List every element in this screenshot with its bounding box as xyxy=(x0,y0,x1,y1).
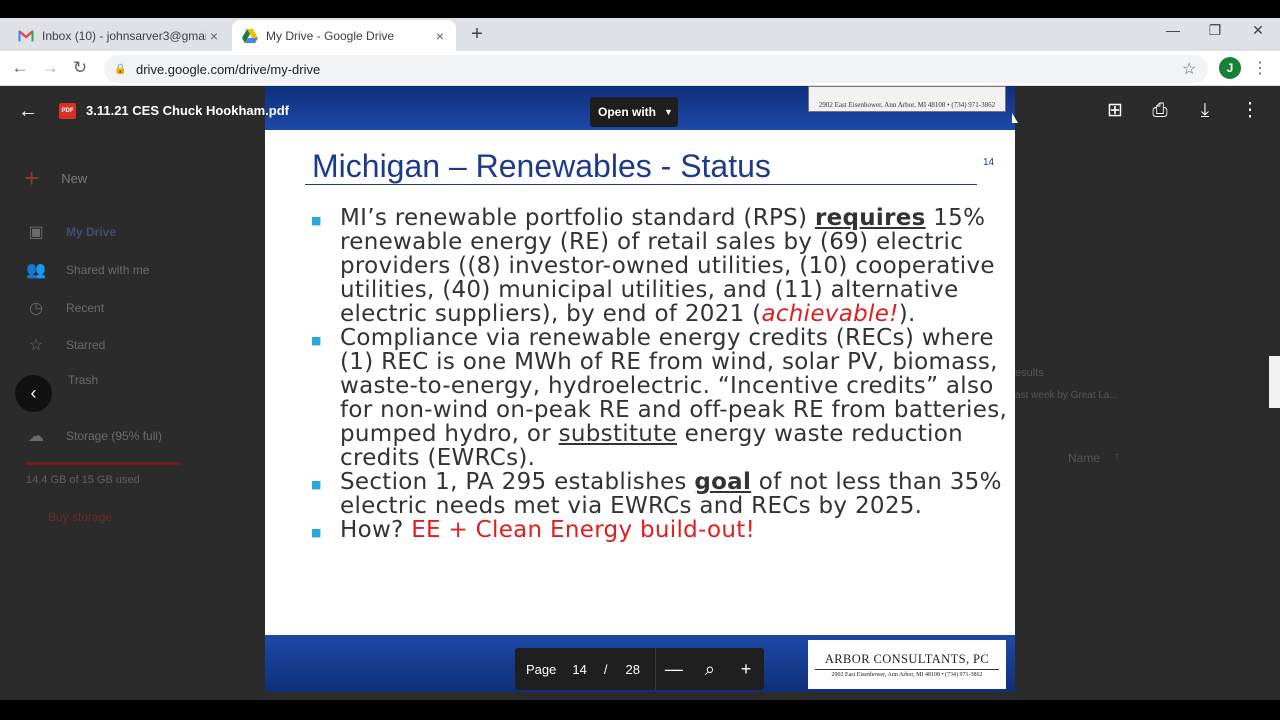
sidebar-item-label: Storage (95% full) xyxy=(66,429,163,443)
bullet-square-icon: ■ xyxy=(311,214,322,227)
sidebar-item-my-drive[interactable]: ▣ My Drive xyxy=(26,222,116,242)
mouse-cursor-icon xyxy=(1012,113,1018,123)
scrollbar[interactable] xyxy=(1269,356,1280,408)
bullet-square-icon: ■ xyxy=(311,334,322,347)
lock-icon: 🔒 xyxy=(114,63,127,75)
browser-menu-icon[interactable]: ⋮ xyxy=(1252,58,1268,78)
tab-gmail[interactable]: Inbox (10) - johnsarver3@gmail.c × xyxy=(8,20,230,51)
logo-rule xyxy=(815,669,999,670)
bullet-text: Compliance via renewable energy credits … xyxy=(340,325,1008,471)
new-label: New xyxy=(61,170,88,186)
forward-icon[interactable]: → xyxy=(38,57,62,81)
star-icon: ☆ xyxy=(28,337,44,354)
logo-address: 2902 East Eisenhower, Ann Arbor, MI 4810… xyxy=(831,672,983,678)
chevron-left-icon[interactable]: ‹ xyxy=(15,375,52,412)
back-icon[interactable]: ← xyxy=(8,57,32,81)
bullet-text: Section 1, PA 295 establishes goal of no… xyxy=(340,469,1002,519)
bullet-item: ■ Compliance via renewable energy credit… xyxy=(311,326,1011,470)
back-arrow-icon[interactable]: ← xyxy=(18,100,38,123)
gmail-icon xyxy=(18,28,34,44)
close-icon[interactable]: × xyxy=(206,28,222,44)
sidebar-item-label: My Drive xyxy=(66,225,117,239)
open-with-button[interactable]: Open with ▼ xyxy=(590,97,678,127)
buy-storage-link[interactable]: Buy storage xyxy=(48,510,112,524)
edited-info-text: ast week by Great La... xyxy=(1015,390,1118,401)
caret-down-icon: ▼ xyxy=(664,107,673,117)
zoom-icon[interactable]: ⌕ xyxy=(692,659,728,680)
close-icon[interactable]: × xyxy=(432,28,448,44)
sidebar-item-label: Recent xyxy=(66,301,105,315)
bullet-item: ■ Section 1, PA 295 establishes goal of … xyxy=(311,470,1011,518)
clock-icon: ◷ xyxy=(29,300,43,317)
title-divider xyxy=(305,184,977,185)
drive-icon xyxy=(242,28,258,44)
current-page-input[interactable]: 14 xyxy=(572,662,586,677)
new-tab-button[interactable]: + xyxy=(466,24,488,46)
bullet-list: ■ MI’s renewable portfolio standard (RPS… xyxy=(311,206,1011,545)
logo-address: 2902 East Eisenhower, Ann Arbor, MI 4810… xyxy=(818,101,996,109)
bullet-item: ■ How? EE + Clean Energy build-out! xyxy=(311,518,1011,545)
bookmark-star-icon[interactable]: ☆ xyxy=(1182,59,1196,79)
tab-title: My Drive - Google Drive xyxy=(266,28,395,43)
sidebar-item-storage[interactable]: ☁ Storage (95% full) xyxy=(26,426,162,446)
drive-folder-icon: ▣ xyxy=(28,224,44,241)
print-icon[interactable]: ⎙ xyxy=(1148,99,1172,123)
search-results-text: esults xyxy=(1015,367,1044,379)
sidebar-item-label: Shared with me xyxy=(66,263,150,277)
restore-icon[interactable]: ❐ xyxy=(1200,22,1230,44)
address-bar[interactable]: 🔒 drive.google.com/drive/my-drive xyxy=(104,55,1208,83)
sidebar-item-trash[interactable]: Trash xyxy=(60,373,98,387)
sidebar-item-recent[interactable]: ◷ Recent xyxy=(26,298,104,318)
bullet-text: How? EE + Clean Energy build-out! xyxy=(340,517,756,543)
close-window-icon[interactable]: ✕ xyxy=(1243,22,1273,44)
bullet-text: MI’s renewable portfolio standard (RPS) … xyxy=(340,205,995,327)
zoom-in-icon[interactable]: + xyxy=(728,659,764,680)
storage-used-text: 14.4 GB of 15 GB used xyxy=(26,474,140,486)
download-icon[interactable]: ⤓ xyxy=(1193,99,1217,123)
arrow-up-icon[interactable]: ↑ xyxy=(1114,449,1120,463)
logo-name: ARBOR CONSULTANTS, PC xyxy=(824,652,990,666)
bullet-square-icon: ■ xyxy=(311,526,322,539)
slide-title: Michigan – Renewables - Status xyxy=(312,148,771,184)
people-icon: 👥 xyxy=(26,262,46,279)
slide-number: 14 xyxy=(983,157,995,168)
tab-drive[interactable]: My Drive - Google Drive × xyxy=(232,20,456,51)
total-pages: 28 xyxy=(625,661,640,677)
tab-title: Inbox (10) - johnsarver3@gmail.c xyxy=(42,28,206,43)
sort-name-label[interactable]: Name xyxy=(1068,451,1100,465)
sidebar-item-label: Trash xyxy=(68,373,99,387)
browser-tab-strip: Inbox (10) - johnsarver3@gmail.c × My Dr… xyxy=(0,18,1280,51)
bullet-item: ■ MI’s renewable portfolio standard (RPS… xyxy=(311,206,1011,326)
storage-progress-bar xyxy=(26,462,180,465)
top-black-band xyxy=(0,0,1280,18)
bullet-square-icon: ■ xyxy=(311,478,322,491)
pdf-page: 2902 East Eisenhower, Ann Arbor, MI 4810… xyxy=(265,86,1015,692)
plus-icon: + xyxy=(24,163,40,193)
file-name: 3.11.21 CES Chuck Hookham.pdf xyxy=(86,103,290,118)
arbor-consultants-logo: ARBOR CONSULTANTS, PC 2902 East Eisenhow… xyxy=(808,640,1006,689)
bottom-black-band xyxy=(0,700,1280,720)
more-options-icon[interactable]: ⋮ xyxy=(1238,99,1262,123)
reload-icon[interactable]: ↻ xyxy=(68,57,92,81)
avatar[interactable]: J xyxy=(1219,57,1241,79)
sidebar-item-starred[interactable]: ☆ Starred xyxy=(26,335,106,355)
page-label: Page xyxy=(526,661,557,677)
pdf-file-icon: PDF xyxy=(59,103,76,119)
add-comment-icon[interactable]: ⊞ xyxy=(1103,99,1127,123)
zoom-out-icon[interactable]: — xyxy=(656,659,692,680)
new-button[interactable]: + New xyxy=(24,163,88,193)
url-text: drive.google.com/drive/my-drive xyxy=(136,61,321,77)
page-navigator: Page 14 / 28 — ⌕ + xyxy=(515,648,764,690)
sidebar-item-shared[interactable]: 👥 Shared with me xyxy=(26,260,149,280)
logo-top-partial: 2902 East Eisenhower, Ann Arbor, MI 4810… xyxy=(808,86,1006,112)
minimize-icon[interactable]: — xyxy=(1158,22,1188,44)
cloud-icon: ☁ xyxy=(28,428,44,445)
browser-toolbar: ← → ↻ 🔒 drive.google.com/drive/my-drive … xyxy=(0,51,1280,86)
page-separator: / xyxy=(603,661,608,677)
sidebar-item-label: Starred xyxy=(66,338,106,352)
open-with-label: Open with xyxy=(598,105,656,119)
